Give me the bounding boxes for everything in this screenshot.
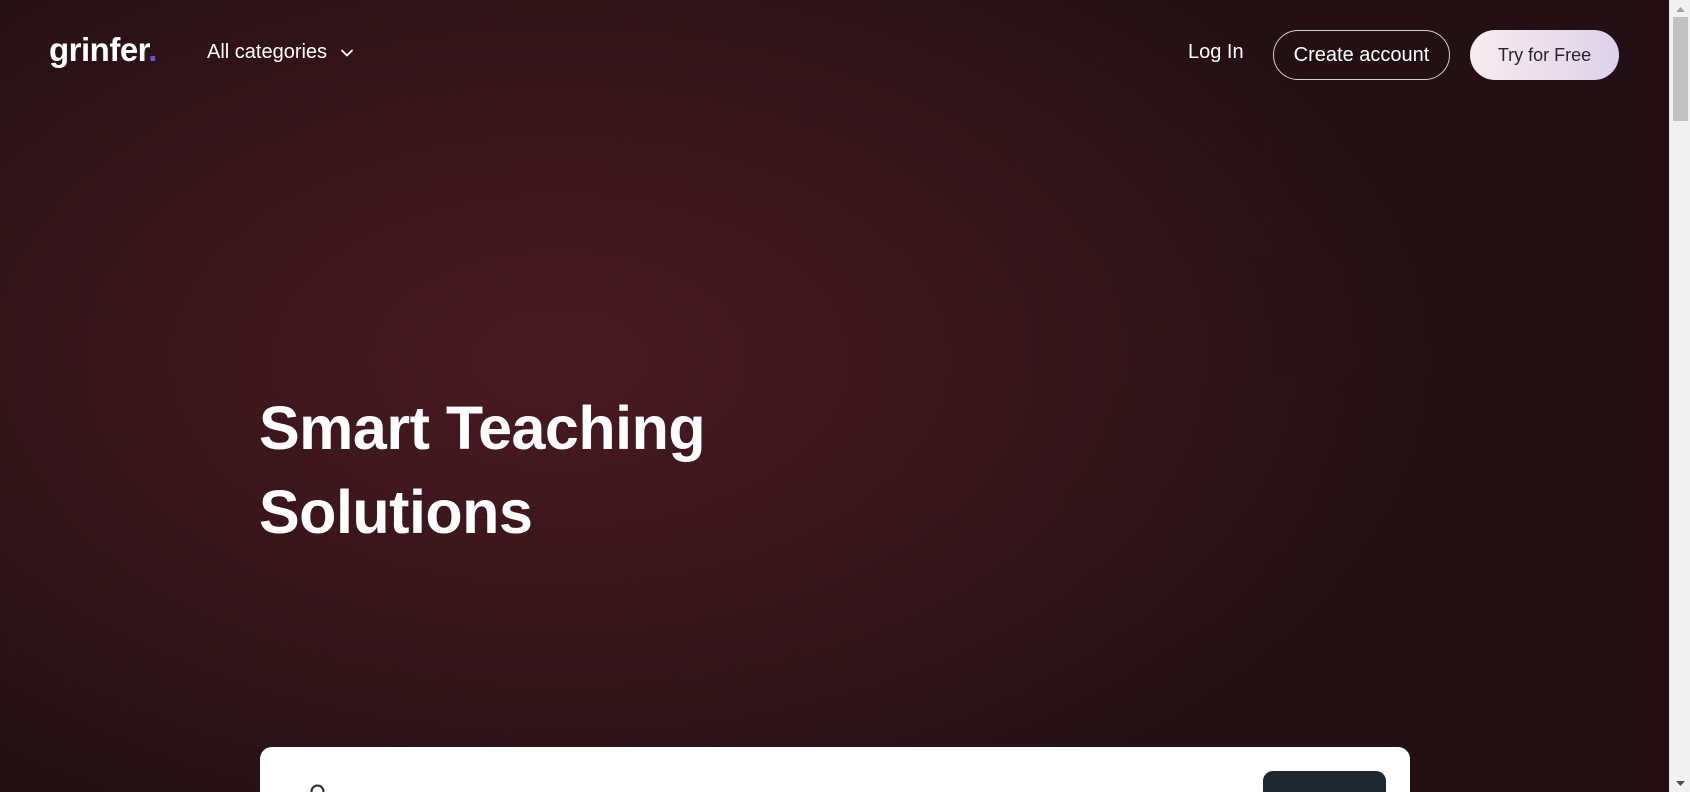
logo-text: grinfer (49, 31, 149, 68)
create-account-button[interactable]: Create account (1273, 30, 1450, 80)
scroll-up-arrow-icon[interactable] (1670, 0, 1690, 17)
categories-label: All categories (207, 41, 328, 63)
hero-title: Smart Teaching Solutions (259, 386, 859, 554)
try-for-free-button[interactable]: Try for Free (1470, 30, 1619, 80)
scroll-down-arrow-icon[interactable] (1670, 775, 1690, 792)
logo[interactable]: grinfer. (49, 31, 157, 69)
create-account-label: Create account (1293, 43, 1430, 66)
scrollbar-thumb[interactable] (1673, 17, 1688, 121)
hero-title-line1: Smart Teaching (259, 394, 706, 462)
try-for-free-label: Try for Free (1497, 44, 1592, 65)
hero-title-line2: Solutions (259, 478, 533, 546)
search-icon (310, 784, 325, 792)
logo-dot: . (148, 31, 157, 68)
page-scrollbar[interactable] (1669, 0, 1690, 792)
page-background: grinfer. All categories Log In Create ac… (0, 0, 1669, 792)
search-button[interactable] (1263, 771, 1386, 792)
search-card (260, 747, 1410, 792)
login-link[interactable]: Log In (1188, 41, 1244, 64)
chevron-down-icon (341, 49, 353, 56)
all-categories-dropdown[interactable]: All categories (207, 41, 355, 64)
